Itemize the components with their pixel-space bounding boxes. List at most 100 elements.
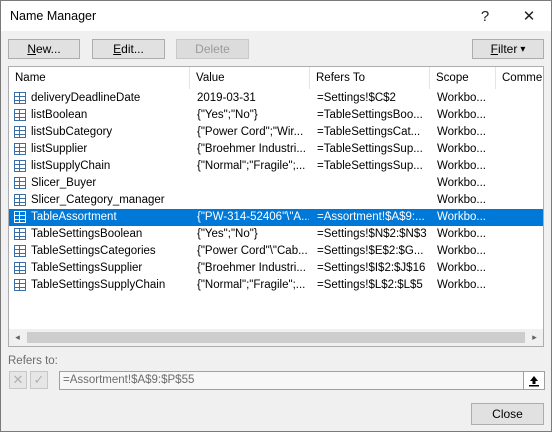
- refers-to-cell: =Settings!$E$2:$G...: [317, 245, 424, 257]
- value-cell: 2019-03-31: [197, 92, 256, 104]
- filter-button-mnemonic: F: [490, 42, 498, 56]
- table-row[interactable]: listSubCategory {"Power Cord";"Wir... =Tab…: [9, 124, 543, 141]
- table-row[interactable]: Slicer_Category_manager Workbo...: [9, 192, 543, 209]
- column-header-comment[interactable]: Commer: [496, 67, 543, 89]
- table-row[interactable]: listSupplier {"Broehmer Industri... =Table…: [9, 141, 543, 158]
- value-cell: [197, 192, 309, 209]
- name-cell: listSubCategory: [31, 126, 113, 138]
- refers-to-cell: =Settings!$L$2:$L$5: [317, 279, 423, 291]
- edit-button-mnemonic: E: [113, 42, 122, 56]
- table-grid-icon: [14, 262, 26, 274]
- scroll-left-icon[interactable]: ◂: [9, 329, 26, 346]
- edit-button-label: dit...: [121, 42, 144, 56]
- refers-to-cell: =Settings!$N$2:$N$3: [317, 228, 427, 240]
- refers-to-cell: =TableSettingsCat...: [317, 126, 421, 138]
- value-cell: [197, 175, 309, 192]
- new-button-mnemonic: N: [27, 42, 36, 56]
- scope-cell: Workbo...: [437, 177, 486, 189]
- name-cell: listSupplier: [31, 143, 88, 155]
- table-row[interactable]: TableSettingsBoolean {"Yes";"No"} =Setting…: [9, 226, 543, 243]
- name-cell: TableAssortment: [31, 211, 117, 223]
- table-row[interactable]: listSupplyChain {"Normal";"Fragile";... =T…: [9, 158, 543, 175]
- refers-to-cell: [317, 175, 429, 192]
- name-cell: TableSettingsCategories: [31, 245, 156, 257]
- confirm-edit-icon[interactable]: ✓: [30, 371, 48, 389]
- value-cell: {"PW-314-52406"\"A...: [197, 211, 309, 223]
- name-cell: TableSettingsSupplyChain: [31, 279, 166, 291]
- table-row[interactable]: TableAssortment {"PW-314-52406"\"A... =Ass…: [9, 209, 543, 226]
- name-cell: TableSettingsBoolean: [31, 228, 143, 240]
- table-grid-icon: [14, 228, 26, 240]
- close-button[interactable]: Close: [471, 403, 544, 425]
- table-grid-icon: [14, 177, 26, 189]
- filter-button-label: ilter: [497, 42, 518, 56]
- table-row[interactable]: TableSettingsSupplyChain {"Normal";"Fragi…: [9, 277, 543, 294]
- table-row[interactable]: TableSettingsSupplier {"Broehmer Industri…: [9, 260, 543, 277]
- scope-cell: Workbo...: [437, 211, 486, 223]
- value-cell: {"Yes";"No"}: [197, 109, 258, 121]
- scope-cell: Workbo...: [437, 109, 486, 121]
- scope-cell: Workbo...: [437, 228, 486, 240]
- scope-cell: Workbo...: [437, 279, 486, 291]
- table-grid-icon: [14, 194, 26, 206]
- table-row[interactable]: deliveryDeadlineDate 2019-03-31 =Settings!…: [9, 90, 543, 107]
- edit-button[interactable]: Edit...: [92, 39, 165, 59]
- horizontal-scrollbar[interactable]: ◂ ▸: [9, 329, 543, 346]
- scroll-right-icon[interactable]: ▸: [526, 329, 543, 346]
- name-cell: listBoolean: [31, 109, 88, 121]
- column-header-name[interactable]: Name: [9, 67, 190, 89]
- value-cell: {"Broehmer Industri...: [197, 143, 306, 155]
- scope-cell: Workbo...: [437, 160, 486, 172]
- scroll-thumb[interactable]: [27, 332, 525, 343]
- name-cell: deliveryDeadlineDate: [31, 92, 141, 104]
- delete-button[interactable]: Delete: [176, 39, 249, 59]
- new-button-label: ew...: [35, 42, 61, 56]
- name-manager-dialog: Name Manager ? ✕ New... Edit... Delete F…: [0, 0, 552, 432]
- table-grid-icon: [14, 211, 26, 223]
- table-grid-icon: [14, 109, 26, 121]
- refers-to-cell: =TableSettingsSup...: [317, 160, 423, 172]
- refers-to-cell: =Settings!$C$2: [317, 92, 396, 104]
- value-cell: {"Broehmer Industri...: [197, 262, 306, 274]
- filter-button[interactable]: Filter ▾: [472, 39, 544, 59]
- scope-cell: Workbo...: [437, 194, 486, 206]
- table-row[interactable]: listBoolean {"Yes";"No"} =TableSettingsBoo…: [9, 107, 543, 124]
- cancel-edit-icon[interactable]: ✕: [9, 371, 27, 389]
- scope-cell: Workbo...: [437, 92, 486, 104]
- dialog-title: Name Manager: [10, 9, 97, 23]
- refers-to-cell: [317, 192, 429, 209]
- scope-cell: Workbo...: [437, 143, 486, 155]
- refers-to-cell: =TableSettingsSup...: [317, 143, 423, 155]
- value-cell: {"Normal";"Fragile";...: [197, 160, 306, 172]
- title-bar: Name Manager ? ✕: [1, 1, 551, 31]
- names-list[interactable]: Name Value Refers To Scope Commer delive…: [8, 66, 544, 347]
- scope-cell: Workbo...: [437, 245, 486, 257]
- list-header: Name Value Refers To Scope Commer: [9, 67, 543, 89]
- column-header-value[interactable]: Value: [190, 67, 310, 89]
- column-header-refers-to[interactable]: Refers To: [310, 67, 430, 89]
- refers-to-cell: =Assortment!$A$9:...: [317, 211, 425, 223]
- refers-to-cell: =TableSettingsBoo...: [317, 109, 423, 121]
- table-grid-icon: [14, 143, 26, 155]
- collapse-dialog-icon[interactable]: [523, 372, 544, 389]
- scope-cell: Workbo...: [437, 126, 486, 138]
- table-grid-icon: [14, 279, 26, 291]
- close-icon[interactable]: ✕: [507, 1, 551, 31]
- chevron-down-icon: ▾: [520, 43, 526, 55]
- refers-to-cell: =Settings!$I$2:$J$16: [317, 262, 426, 274]
- help-button[interactable]: ?: [463, 1, 507, 31]
- value-cell: {"Yes";"No"}: [197, 228, 258, 240]
- name-cell: Slicer_Buyer: [31, 177, 97, 189]
- table-row[interactable]: TableSettingsCategories {"Power Cord"\"Ca…: [9, 243, 543, 260]
- new-button[interactable]: New...: [8, 39, 80, 59]
- refers-to-value: =Assortment!$A$9:$P$55: [63, 374, 195, 386]
- table-row[interactable]: Slicer_Buyer Workbo...: [9, 175, 543, 192]
- value-cell: {"Power Cord";"Wir...: [197, 126, 304, 138]
- table-grid-icon: [14, 92, 26, 104]
- refers-to-field[interactable]: =Assortment!$A$9:$P$55: [59, 371, 545, 390]
- column-header-scope[interactable]: Scope: [430, 67, 496, 89]
- name-cell: listSupplyChain: [31, 160, 111, 172]
- refers-to-label: Refers to:: [8, 355, 58, 367]
- table-grid-icon: [14, 126, 26, 138]
- name-cell: TableSettingsSupplier: [31, 262, 143, 274]
